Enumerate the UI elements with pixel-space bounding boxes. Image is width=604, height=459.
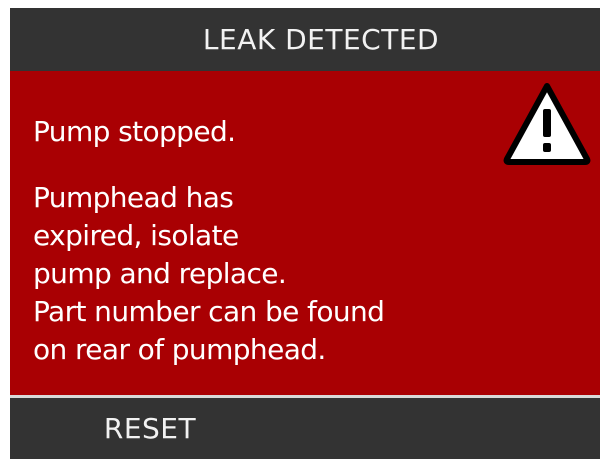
reset-button[interactable]: RESET [70, 398, 230, 459]
leak-alert-panel: Pump stopped. Pumphead has expired, isol… [10, 71, 600, 395]
alert-detail-line: expired, isolate [33, 219, 239, 252]
alert-detail-line: Part number can be found [33, 295, 385, 328]
warning-triangle-icon [503, 83, 591, 165]
alert-detail-line: Pumphead has [33, 181, 234, 214]
alert-detail-line: pump and replace. [33, 257, 287, 290]
page-title: LEAK DETECTED [202, 23, 440, 56]
device-screen: LEAK DETECTED Pump stopped. Pumphead has… [10, 8, 600, 459]
alert-message: Pump stopped. Pumphead has expired, isol… [33, 113, 463, 369]
alert-detail-line: on rear of pumphead. [33, 333, 326, 366]
alert-status-text: Pump stopped. [33, 115, 236, 148]
footer-bar: RESET [10, 398, 600, 459]
header-bar: LEAK DETECTED [10, 8, 600, 71]
